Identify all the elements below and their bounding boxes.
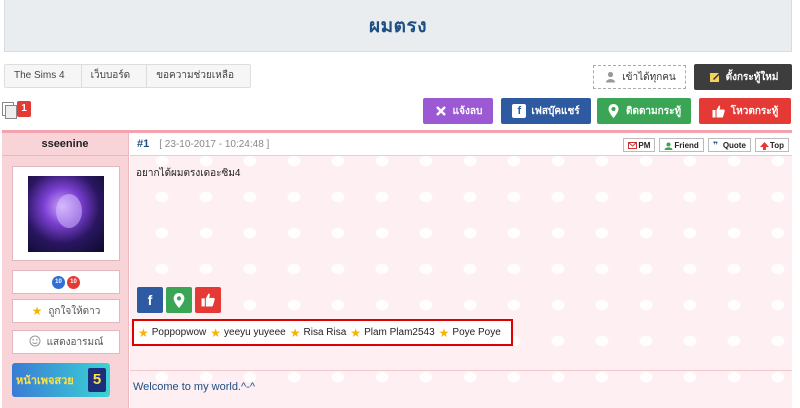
- friend-icon: [664, 142, 673, 150]
- post-share-icons: f: [137, 287, 221, 313]
- user-badges: 10 10: [12, 270, 120, 294]
- star-icon: ★: [210, 325, 222, 340]
- pages-icon: [2, 102, 17, 119]
- liker-item[interactable]: ★ Poppopwow: [138, 326, 206, 340]
- breadcrumb: The Sims 4 เว็บบอร์ด ขอความช่วยเหลือ: [4, 64, 251, 88]
- access-everyone-label: เข้าได้ทุกคน: [622, 71, 676, 83]
- thumbs-up-icon: [712, 104, 726, 118]
- badge-star-blue: 10: [52, 275, 65, 289]
- star-icon: ★: [289, 325, 301, 340]
- friend-button[interactable]: Friend: [659, 138, 704, 152]
- avatar-frame: [12, 166, 120, 261]
- post: sseenine 10 10 ★ ถูกใจให้ดาว แสดงอารมณ์ …: [2, 130, 792, 408]
- friend-label: Friend: [674, 140, 699, 150]
- author-name[interactable]: sseenine: [2, 133, 128, 156]
- title-banner: ผมตรง: [4, 0, 792, 52]
- liker-name: Plam Plam2543: [364, 327, 435, 338]
- signature-divider: [130, 370, 792, 371]
- likers-list: ★ Poppopwow ★ yeeyu yuyeee ★ Risa Risa ★ Pla…: [132, 319, 513, 346]
- top-button[interactable]: Top: [754, 138, 789, 152]
- pager: 1: [2, 101, 31, 119]
- post-signature: Welcome to my world.^-^: [133, 381, 255, 393]
- star-icon: ★: [438, 325, 450, 340]
- badge-star-red: 10: [67, 275, 80, 289]
- close-icon: [434, 104, 448, 118]
- location-pin-icon: [607, 104, 621, 118]
- facebook-icon: f: [512, 104, 527, 118]
- page-number-current[interactable]: 1: [17, 101, 31, 117]
- quote-label: Quote: [722, 140, 746, 150]
- edit-icon: [708, 70, 722, 84]
- liker-item[interactable]: ★ Poye Poye: [439, 326, 501, 340]
- follow-topic-label: ติดตามกระทู้: [625, 105, 682, 117]
- vote-thumbs-up-icon[interactable]: [195, 287, 221, 313]
- like-give-star-label: ถูกใจให้ดาว: [48, 305, 101, 317]
- post-timestamp: [ 23-10-2017 - 10:24:48 ]: [159, 138, 270, 150]
- liker-name: Poppopwow: [151, 327, 207, 338]
- page-title: ผมตรง: [369, 15, 427, 37]
- page: ผมตรง The Sims 4 เว็บบอร์ด ขอความช่วยเหล…: [0, 0, 800, 408]
- post-header: #1 [ 23-10-2017 - 10:24:48 ] PM Friend ❞…: [130, 133, 792, 156]
- avatar[interactable]: [28, 175, 104, 252]
- liker-name: Poye Poye: [452, 327, 501, 338]
- liker-name: yeeyu yuyeee: [224, 327, 286, 338]
- breadcrumb-item-webboard[interactable]: เว็บบอร์ด: [81, 65, 148, 87]
- post-content: #1 [ 23-10-2017 - 10:24:48 ] PM Friend ❞…: [130, 133, 792, 408]
- facebook-share-button[interactable]: f เฟสบุ๊คแชร์: [501, 98, 591, 124]
- smiley-icon: [29, 335, 41, 350]
- quote-icon: ❞: [712, 139, 719, 150]
- promo-number: 5: [88, 368, 106, 392]
- follow-pin-icon[interactable]: [166, 287, 192, 313]
- post-message: อยากได้ผมตรงเดอะซิม4: [136, 168, 241, 179]
- star-icon: ★: [31, 304, 43, 318]
- breadcrumb-item-sims4[interactable]: The Sims 4: [5, 65, 82, 87]
- promo-text: หน้าเพจสวย: [16, 375, 74, 387]
- envelope-icon: [628, 141, 638, 149]
- user-icon: [603, 70, 617, 84]
- vote-topic-button[interactable]: โหวตกระทู้: [699, 98, 791, 124]
- liker-name: Risa Risa: [303, 327, 347, 338]
- star-icon: ★: [138, 325, 149, 340]
- liker-item[interactable]: ★ yeeyu yuyeee: [210, 326, 285, 340]
- show-emotion-label: แสดงอารมณ์: [46, 336, 104, 348]
- access-everyone-button[interactable]: เข้าได้ทุกคน: [593, 65, 686, 89]
- quote-button[interactable]: ❞ Quote: [707, 138, 751, 152]
- vote-topic-label: โหวตกระทู้: [730, 105, 779, 117]
- post-number[interactable]: #1: [137, 138, 149, 150]
- top-label: Top: [769, 140, 784, 150]
- report-label: แจ้งลบ: [452, 105, 483, 117]
- facebook-share-icon[interactable]: f: [137, 287, 163, 313]
- show-emotion-button[interactable]: แสดงอารมณ์: [12, 330, 120, 354]
- post-tools: PM Friend ❞ Quote Top: [623, 138, 789, 152]
- like-give-star-button[interactable]: ★ ถูกใจให้ดาว: [12, 299, 120, 323]
- liker-item[interactable]: ★ Plam Plam2543: [350, 326, 434, 340]
- promo-badge[interactable]: หน้าเพจสวย 5: [12, 363, 110, 397]
- new-topic-button[interactable]: ตั้งกระทู้ใหม่: [694, 64, 792, 90]
- arrow-up-icon: [759, 141, 769, 150]
- report-button[interactable]: แจ้งลบ: [423, 98, 493, 124]
- facebook-share-label: เฟสบุ๊คแชร์: [531, 105, 580, 117]
- breadcrumb-item-help[interactable]: ขอความช่วยเหลือ: [147, 65, 250, 87]
- new-topic-label: ตั้งกระทู้ใหม่: [725, 71, 779, 83]
- post-sidebar: sseenine 10 10 ★ ถูกใจให้ดาว แสดงอารมณ์ …: [2, 133, 129, 408]
- pm-button[interactable]: PM: [623, 138, 656, 152]
- star-icon: ★: [350, 325, 362, 340]
- follow-topic-button[interactable]: ติดตามกระทู้: [597, 98, 691, 124]
- liker-item[interactable]: ★ Risa Risa: [290, 326, 347, 340]
- pm-label: PM: [638, 140, 651, 150]
